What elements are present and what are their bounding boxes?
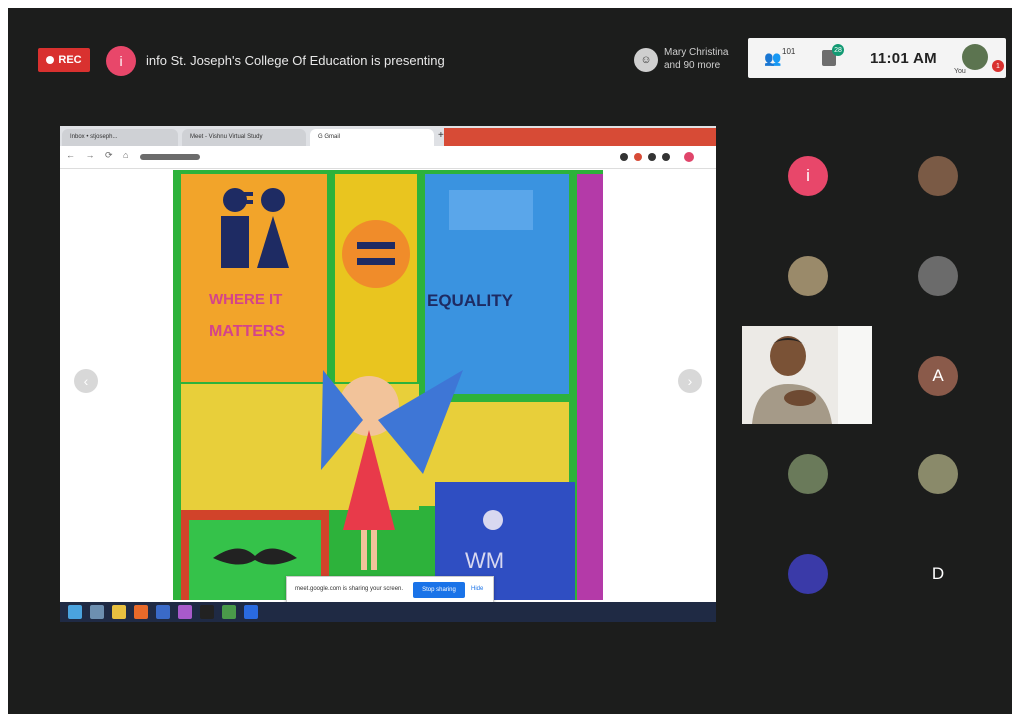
participant-avatar[interactable] [788,256,828,296]
rec-label: REC [58,54,82,66]
browser-profile-icon[interactable] [684,152,694,162]
presenter-avatar: i [106,46,136,76]
pinned-more: and 90 more [664,60,721,71]
slide-image: WHERE IT MATTERS EQUALITY WM [173,170,603,600]
new-tab-icon[interactable]: + [438,130,444,141]
people-count: 101 [782,47,796,56]
taskbar-app-icon[interactable] [178,605,192,619]
participant-avatar[interactable]: A [918,356,958,396]
participant-initial: i [806,166,810,185]
svg-text:WM: WM [465,548,504,573]
browser-tab[interactable]: Meet - Vishnu Virtual Study [182,129,306,146]
chrome-icon[interactable] [112,605,126,619]
browser-tab[interactable]: G Gmail [310,129,434,146]
slide-artwork: WHERE IT MATTERS EQUALITY WM [173,170,603,600]
taskbar-app-icon[interactable] [90,605,104,619]
participant-avatar[interactable] [788,554,828,594]
taskbar-app-icon[interactable] [134,605,148,619]
participant-avatar[interactable] [788,454,828,494]
participant-avatar[interactable] [918,156,958,196]
meet-window: REC i info St. Joseph's College Of Educa… [8,8,1012,714]
extension-icon[interactable] [662,153,670,161]
participant-initial: A [932,366,944,385]
chat-count-badge: 28 [832,44,844,56]
meeting-clock: 11:01 AM [870,50,937,67]
taskbar-app-icon[interactable] [244,605,258,619]
stop-sharing-button[interactable]: Stop sharing [413,582,465,598]
pinned-names[interactable]: Mary Christina and 90 more [664,46,728,72]
self-label: You [954,68,966,75]
slide-text: WHERE IT [209,291,282,308]
status-bar: 👥 101 28 11:01 AM You 1 [748,38,1006,78]
pinned-name: Mary Christina [664,47,729,58]
previous-arrow-icon[interactable]: ‹ [74,369,98,393]
sharing-message: meet.google.com is sharing your screen. [295,586,404,592]
participant-avatar[interactable]: i [788,156,828,196]
slide-text: EQUALITY [427,291,514,310]
self-badge: 1 [992,60,1004,72]
participant-avatar[interactable]: D [918,554,958,594]
hide-button[interactable]: Hide [471,586,483,592]
browser-tab-bar: Inbox • stjoseph... Meet - Vishnu Virtua… [60,126,716,146]
pinned-user-avatar[interactable]: ☺ [634,48,658,72]
browser-tab[interactable]: Inbox • stjoseph... [62,129,178,146]
browser-nav-icons[interactable]: ← → ⟳ ⌂ [66,150,132,161]
screen-sharing-prompt: meet.google.com is sharing your screen. … [286,576,494,604]
recording-badge: REC [38,48,90,72]
video-frame [742,326,872,424]
people-icon[interactable]: 👥 [764,50,781,67]
presenting-label: info St. Joseph's College Of Education i… [146,53,445,68]
browser-address-bar: ← → ⟳ ⌂ [60,146,716,169]
slide-text: MATTERS [209,323,285,340]
participant-avatar[interactable] [918,454,958,494]
start-icon[interactable] [68,605,82,619]
record-dot-icon [46,56,55,64]
os-taskbar [60,602,716,622]
tab-strip-highlight [444,128,716,146]
taskbar-app-icon[interactable] [222,605,236,619]
self-avatar[interactable] [962,44,988,70]
taskbar-app-icon[interactable] [156,605,170,619]
participant-initial: D [931,564,945,583]
next-arrow-icon[interactable]: › [678,369,702,393]
taskbar-app-icon[interactable] [200,605,214,619]
participant-avatar[interactable] [918,256,958,296]
extension-icon[interactable] [634,153,642,161]
extension-icon[interactable] [620,153,628,161]
url-field[interactable] [140,154,200,160]
shared-screen: Inbox • stjoseph... Meet - Vishnu Virtua… [60,126,716,622]
participant-video[interactable] [742,326,872,424]
extension-icon[interactable] [648,153,656,161]
